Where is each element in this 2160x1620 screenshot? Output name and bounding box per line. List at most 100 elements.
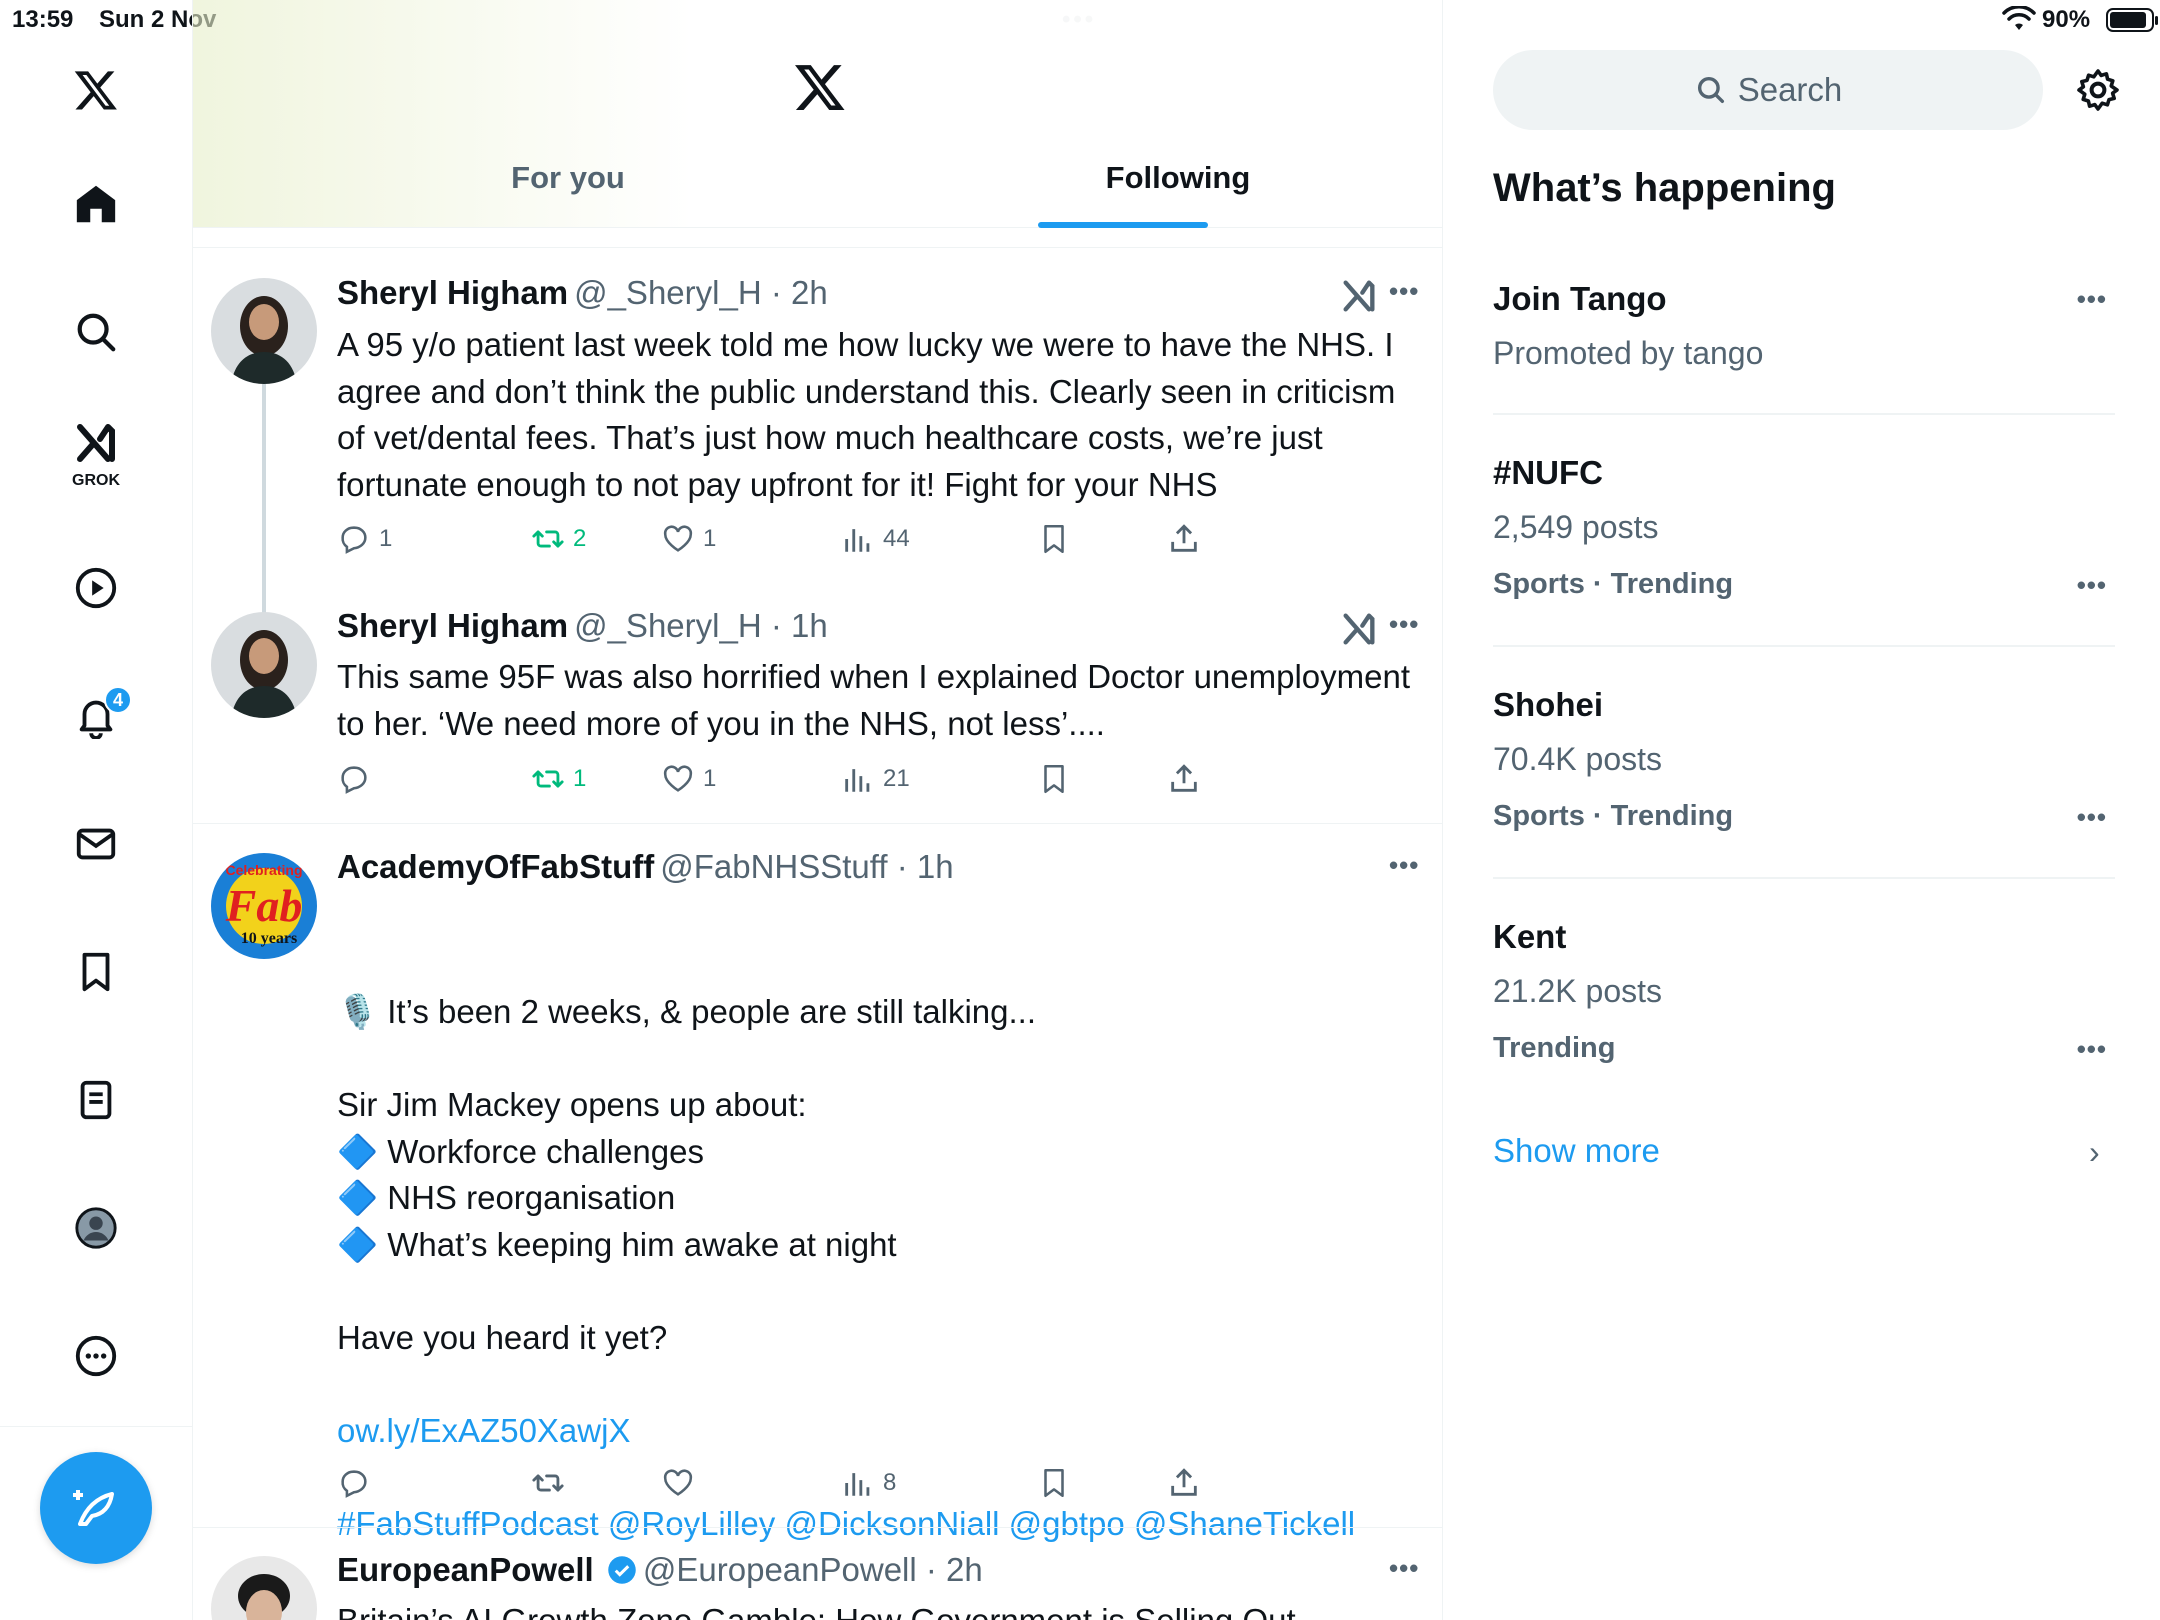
grok-icon[interactable]: GROK bbox=[64, 420, 128, 489]
feed-spacer bbox=[193, 228, 1442, 248]
tab-following[interactable]: Following bbox=[1043, 160, 1313, 196]
tweet-handle[interactable]: @FabNHSStuff · 1h bbox=[660, 848, 953, 885]
tweet-header: EuropeanPowell @EuropeanPowell · 2h bbox=[337, 1551, 983, 1589]
views-button[interactable]: 44 bbox=[841, 522, 910, 556]
tweet-handle[interactable]: @EuropeanPowell · 2h bbox=[643, 1551, 983, 1588]
views-button[interactable]: 21 bbox=[841, 762, 910, 796]
tweet-actions: 8 bbox=[337, 1466, 1417, 1506]
share-button[interactable] bbox=[1167, 1466, 1209, 1500]
share-button[interactable] bbox=[1167, 762, 1209, 796]
grok-icon[interactable] bbox=[1339, 276, 1379, 316]
more-icon[interactable] bbox=[64, 1324, 128, 1388]
trend-posts: 21.2K posts bbox=[1493, 973, 1662, 1009]
tweet-author[interactable]: Sheryl Higham bbox=[337, 607, 568, 644]
timeline-header: For you Following bbox=[193, 0, 1442, 228]
tweet-author[interactable]: EuropeanPowell bbox=[337, 1551, 594, 1588]
tweet-hashtags[interactable]: #FabStuffPodcast @RoyLilley @DicksonNial… bbox=[337, 1501, 1417, 1548]
bookmark-button[interactable] bbox=[1037, 762, 1079, 796]
x-logo-icon[interactable] bbox=[64, 58, 128, 122]
repost-button[interactable] bbox=[531, 1466, 573, 1500]
like-button[interactable] bbox=[661, 1466, 703, 1500]
trend-divider bbox=[1493, 413, 2115, 415]
trend-name: Join Tango bbox=[1493, 280, 1667, 317]
tweet-handle[interactable]: @_Sheryl_H · 2h bbox=[574, 274, 828, 311]
avatar[interactable] bbox=[211, 278, 317, 384]
repost-button[interactable]: 1 bbox=[531, 762, 586, 796]
trend-item[interactable]: #NUFC 2,549 posts Sports · Trending ••• bbox=[1493, 454, 2115, 604]
reply-button[interactable] bbox=[337, 762, 379, 796]
search-input[interactable]: Search bbox=[1493, 50, 2043, 130]
tweet-text: Britain’s AI Growth Zone Gamble: How Gov… bbox=[337, 1598, 1417, 1620]
tweet-more-icon[interactable]: ••• bbox=[1389, 609, 1419, 640]
tweet-author[interactable]: AcademyOfFabStuff bbox=[337, 848, 654, 885]
trend-more-icon[interactable]: ••• bbox=[2077, 570, 2107, 601]
tab-for-you[interactable]: For you bbox=[433, 160, 703, 196]
reply-count: 1 bbox=[379, 525, 393, 552]
views-icon bbox=[845, 1473, 870, 1496]
repost-count: 1 bbox=[573, 765, 587, 792]
compose-button[interactable] bbox=[40, 1452, 152, 1564]
repost-button[interactable]: 2 bbox=[531, 522, 586, 556]
tweet-handle[interactable]: @_Sheryl_H · 1h bbox=[574, 607, 828, 644]
avatar[interactable] bbox=[211, 1556, 317, 1620]
avatar-text-top: Celebrating bbox=[225, 862, 302, 878]
show-more-link[interactable]: Show more bbox=[1493, 1132, 1660, 1170]
like-count: 1 bbox=[703, 765, 717, 792]
tweet-more-icon[interactable]: ••• bbox=[1389, 276, 1419, 307]
like-button[interactable]: 1 bbox=[661, 522, 716, 556]
tweet-header: Sheryl Higham @_Sheryl_H · 2h bbox=[337, 274, 828, 312]
bookmark-button[interactable] bbox=[1037, 522, 1079, 556]
profile-icon[interactable] bbox=[64, 1196, 128, 1260]
reply-button[interactable] bbox=[337, 1466, 379, 1500]
timeline: For you Following Sheryl Higham @_Sheryl_… bbox=[193, 0, 1443, 1620]
x-logo-icon[interactable] bbox=[793, 60, 847, 114]
views-icon bbox=[845, 769, 870, 792]
mail-icon[interactable] bbox=[64, 812, 128, 876]
trend-more-icon[interactable]: ••• bbox=[2077, 284, 2107, 315]
bell-icon[interactable]: 4 bbox=[64, 684, 132, 748]
tweet-author[interactable]: Sheryl Higham bbox=[337, 274, 568, 311]
views-icon bbox=[845, 529, 870, 552]
tweet-actions: 1 1 21 bbox=[337, 762, 1417, 802]
tweet-text: 🎙️ It’s been 2 weeks, & people are still… bbox=[337, 896, 1417, 1620]
search-icon[interactable] bbox=[64, 300, 128, 364]
tweet-divider bbox=[193, 1527, 1442, 1528]
bookmark-icon[interactable] bbox=[64, 940, 128, 1004]
reply-icon bbox=[341, 526, 367, 554]
bookmark-button[interactable] bbox=[1037, 1466, 1079, 1500]
tweet-line bbox=[337, 1361, 1417, 1408]
grok-icon[interactable] bbox=[1339, 609, 1379, 649]
tweet-line: 🎙️ It’s been 2 weeks, & people are still… bbox=[337, 993, 1037, 1030]
share-button[interactable] bbox=[1167, 522, 1209, 556]
like-count: 1 bbox=[703, 525, 717, 552]
list-icon[interactable] bbox=[64, 1068, 128, 1132]
trend-more-icon[interactable]: ••• bbox=[2077, 802, 2107, 833]
tweet-line: 🔷 NHS reorganisation bbox=[337, 1179, 676, 1216]
tweet-line bbox=[337, 1036, 1417, 1083]
compose-feather-icon bbox=[73, 1490, 114, 1526]
trend-name: Kent bbox=[1493, 918, 1567, 955]
tweet-actions: 1 2 1 44 bbox=[337, 522, 1417, 562]
avatar[interactable] bbox=[211, 612, 317, 718]
reply-button[interactable]: 1 bbox=[337, 522, 392, 556]
tweet-more-icon[interactable]: ••• bbox=[1389, 1553, 1419, 1584]
tweet-line bbox=[337, 1268, 1417, 1315]
chevron-right-icon[interactable]: › bbox=[2089, 1134, 2100, 1171]
avatar[interactable]: Celebrating Fab 10 years bbox=[211, 853, 317, 959]
views-button[interactable]: 8 bbox=[841, 1466, 896, 1500]
verified-badge-icon bbox=[608, 1556, 636, 1584]
trend-more-icon[interactable]: ••• bbox=[2077, 1034, 2107, 1065]
trend-item[interactable]: Shohei 70.4K posts Sports · Trending ••• bbox=[1493, 686, 2115, 836]
trend-name: Shohei bbox=[1493, 686, 1604, 723]
home-icon[interactable] bbox=[64, 172, 128, 236]
repost-icon bbox=[532, 1474, 564, 1492]
gear-icon[interactable] bbox=[2074, 66, 2122, 114]
trend-item[interactable]: Join Tango Promoted by tango ••• bbox=[1493, 280, 2115, 390]
tweet-more-icon[interactable]: ••• bbox=[1389, 850, 1419, 881]
video-icon[interactable] bbox=[64, 556, 128, 620]
trend-item[interactable]: Kent 21.2K posts Trending ••• bbox=[1493, 918, 2115, 1068]
avatar-text-bottom: 10 years bbox=[241, 930, 297, 947]
tweet-link[interactable]: ow.ly/ExAZ50XawjX bbox=[337, 1408, 1417, 1455]
whats-happening-title: What’s happening bbox=[1493, 166, 1836, 210]
like-button[interactable]: 1 bbox=[661, 762, 716, 796]
